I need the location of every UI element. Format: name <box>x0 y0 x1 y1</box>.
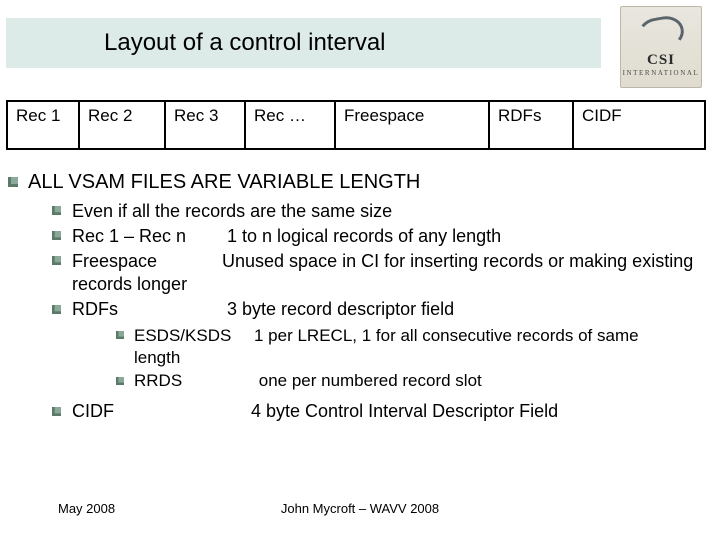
recs-desc: 1 to n logical records of any length <box>227 226 501 246</box>
free-label: Freespace <box>72 250 222 273</box>
ci-cell-recn: Rec … <box>245 101 335 149</box>
esds-desc-a: 1 per LRECL, 1 for all consecutive recor… <box>254 326 639 345</box>
cidf-desc: 4 byte Control Interval Descriptor Field <box>251 401 558 421</box>
ci-cell-cidf: CIDF <box>573 101 705 149</box>
sub-cidf: CIDF 4 byte Control Interval Descriptor … <box>28 400 720 423</box>
esds-label: ESDS/KSDS <box>134 325 254 347</box>
sub-rdfs: RDFs 3 byte record descriptor field ESDS… <box>28 298 720 392</box>
control-interval-diagram: Rec 1 Rec 2 Rec 3 Rec … Freespace RDFs C… <box>6 100 706 150</box>
sub-even: Even if all the records are the same siz… <box>28 200 720 223</box>
sub-freespace: FreespaceUnused space in CI for insertin… <box>28 250 720 296</box>
bullet-icon <box>52 305 61 314</box>
sub-even-text: Even if all the records are the same siz… <box>72 201 392 221</box>
esds-desc-b: length <box>134 348 180 367</box>
ci-cell-rec3: Rec 3 <box>165 101 245 149</box>
logo-swirl-icon <box>636 13 687 53</box>
bullet-icon <box>52 256 61 265</box>
footer-author: John Mycroft – WAVV 2008 <box>0 501 720 516</box>
cidf-label: CIDF <box>72 400 246 423</box>
rdfs-label: RDFs <box>72 298 222 321</box>
ci-cell-rdfs: RDFs <box>489 101 573 149</box>
logo: CSI INTERNATIONAL <box>620 6 702 88</box>
rrds-label: RRDS <box>134 370 254 392</box>
ci-cell-freespace: Freespace <box>335 101 489 149</box>
heading-text: ALL VSAM FILES ARE VARIABLE LENGTH <box>28 171 420 193</box>
heading-item: ALL VSAM FILES ARE VARIABLE LENGTH Even … <box>8 170 720 423</box>
title-bar: Layout of a control interval <box>6 18 601 68</box>
logo-line2: INTERNATIONAL <box>623 69 700 77</box>
sub-recs: Rec 1 – Rec n 1 to n logical records of … <box>28 225 720 248</box>
ci-cell-rec2: Rec 2 <box>79 101 165 149</box>
bullet-icon <box>116 331 124 339</box>
ci-cell-rec1: Rec 1 <box>7 101 79 149</box>
sub-esds: ESDS/KSDS1 per LRECL, 1 for all consecut… <box>72 325 720 369</box>
sub-rrds: RRDS one per numbered record slot <box>72 370 720 392</box>
bullet-icon <box>52 206 61 215</box>
rdfs-desc: 3 byte record descriptor field <box>227 299 454 319</box>
recs-label: Rec 1 – Rec n <box>72 225 222 248</box>
bullet-icon <box>52 231 61 240</box>
slide: Layout of a control interval CSI INTERNA… <box>0 0 720 540</box>
rrds-desc: one per numbered record slot <box>259 371 482 390</box>
bullet-icon <box>52 407 61 416</box>
slide-title: Layout of a control interval <box>104 29 386 57</box>
bullet-icon <box>8 177 18 187</box>
bullet-icon <box>116 377 124 385</box>
body: ALL VSAM FILES ARE VARIABLE LENGTH Even … <box>0 170 720 427</box>
logo-line1: CSI <box>647 53 675 68</box>
